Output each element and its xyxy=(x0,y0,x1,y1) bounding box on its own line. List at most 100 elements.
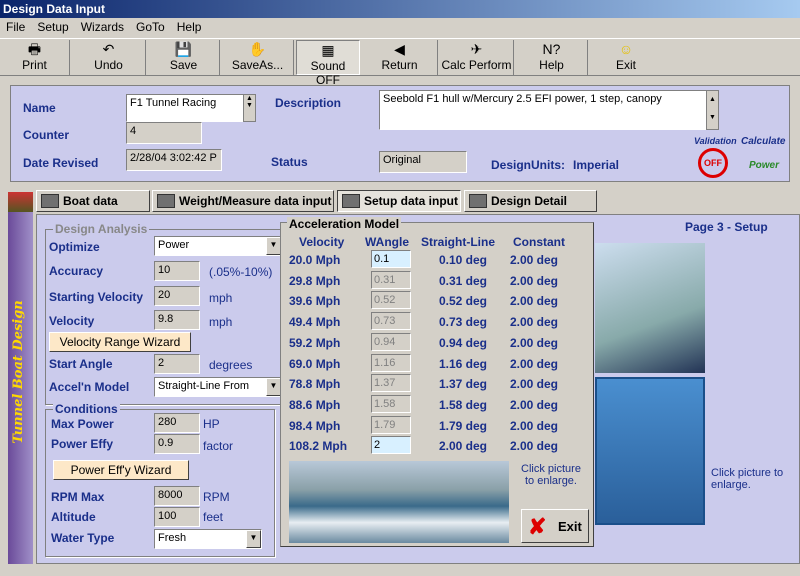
straight-line-header: Straight-Line xyxy=(421,235,495,249)
max-power-unit: HP xyxy=(203,417,220,431)
wangle-field[interactable]: 2 xyxy=(371,436,411,455)
accuracy-field[interactable]: 10 xyxy=(154,261,200,281)
max-power-label: Max Power xyxy=(51,417,114,431)
velocity-field[interactable]: 9.8 xyxy=(154,310,200,330)
close-icon: ✘ xyxy=(528,514,547,539)
menu-wizards[interactable]: Wizards xyxy=(81,20,124,34)
description-label: Description xyxy=(275,96,342,110)
setup-icon xyxy=(342,194,360,208)
name-scroll[interactable]: ▲ ▼ xyxy=(243,94,256,122)
constant-value: 2.00 deg xyxy=(509,397,559,412)
help-button[interactable]: N? Help xyxy=(516,40,588,75)
undo-icon: ↶ xyxy=(102,41,115,57)
start-angle-field[interactable]: 2 xyxy=(154,354,200,374)
accel-velocity: 29.8 Mph xyxy=(289,273,341,288)
floppy-icon: 💾 xyxy=(174,41,193,57)
outboard-motor-image[interactable] xyxy=(595,243,705,373)
starting-velocity-field[interactable]: 20 xyxy=(154,286,200,306)
calculate-power-button[interactable]: Calculate Power xyxy=(741,136,787,180)
wangle-field[interactable]: 1.37 xyxy=(371,374,411,393)
description-field[interactable]: Seebold F1 hull w/Mercury 2.5 EFI power,… xyxy=(379,90,707,130)
accel-velocity: 88.6 Mph xyxy=(289,397,341,412)
conditions-title: Conditions xyxy=(53,402,120,416)
water-type-select[interactable]: Fresh ▼ xyxy=(154,529,262,549)
accel-velocity: 69.0 Mph xyxy=(289,356,341,371)
power-effy-field[interactable]: 0.9 xyxy=(154,434,200,454)
name-field[interactable]: F1 Tunnel Racing xyxy=(126,94,244,122)
status-label: Status xyxy=(271,155,308,169)
accel-row: 39.6 Mph 0.52 0.52 deg 2.00 deg xyxy=(281,291,595,311)
save-button[interactable]: 💾 Save xyxy=(148,40,220,75)
exit-panel-button[interactable]: ✘ Exit xyxy=(521,509,589,543)
wangle-field[interactable]: 1.79 xyxy=(371,415,411,434)
tab-weight-measure[interactable]: Weight/Measure data input xyxy=(152,190,334,212)
wangle-field[interactable]: 0.94 xyxy=(371,332,411,351)
chevron-down-icon: ▼ xyxy=(266,378,281,396)
menu-setup[interactable]: Setup xyxy=(37,20,68,34)
constant-value: 2.00 deg xyxy=(509,294,559,309)
constant-value: 2.00 deg xyxy=(509,335,559,350)
menu-goto[interactable]: GoTo xyxy=(136,20,165,34)
rpm-max-label: RPM Max xyxy=(51,490,105,504)
return-button[interactable]: ◀ Return xyxy=(362,40,438,75)
accel-velocity: 49.4 Mph xyxy=(289,315,341,330)
starting-velocity-unit: mph xyxy=(209,291,233,305)
chevron-down-icon: ▼ xyxy=(266,237,281,255)
accel-velocity: 59.2 Mph xyxy=(289,335,341,350)
accel-row: 29.8 Mph 0.31 0.31 deg 2.00 deg xyxy=(281,270,595,291)
wangle-header: WAngle xyxy=(365,235,409,249)
description-scroll[interactable]: ▲ ▼ xyxy=(706,90,719,130)
rpm-max-unit: RPM xyxy=(203,490,230,504)
design-units-label: DesignUnits: xyxy=(491,158,566,172)
calc-perform-button[interactable]: ✈ Calc Perform xyxy=(440,40,514,75)
wangle-field[interactable]: 0.31 xyxy=(371,270,411,289)
undo-button[interactable]: ↶ Undo xyxy=(72,40,146,75)
altitude-field[interactable]: 100 xyxy=(154,507,200,527)
toolbar: 🖶 Print ↶ Undo 💾 Save ✋ SaveAs... ▦ Sound OFF… xyxy=(0,38,800,87)
wangle-field[interactable]: 1.16 xyxy=(371,353,411,372)
validation-toggle[interactable]: Validation OFF xyxy=(694,136,737,180)
accuracy-label: Accuracy xyxy=(49,264,104,278)
tab-setup-data[interactable]: Setup data input xyxy=(337,190,461,212)
saveas-button[interactable]: ✋ SaveAs... xyxy=(222,40,294,75)
power-icon: Power xyxy=(749,160,780,171)
counter-label: Counter xyxy=(23,128,69,142)
tab-design-detail[interactable]: Design Detail input xyxy=(464,190,597,228)
constant-value: 2.00 deg xyxy=(509,439,559,454)
print-button[interactable]: 🖶 Print xyxy=(0,40,70,75)
acceleration-model-title: Acceleration Model xyxy=(287,217,402,231)
menu-help[interactable]: Help xyxy=(177,20,202,34)
exit-button[interactable]: ☺ Exit xyxy=(590,40,662,75)
power-effy-wizard-button[interactable]: Power Eff'y Wizard xyxy=(53,460,189,480)
counter-field: 4 xyxy=(126,122,202,144)
straight-line-value: 2.00 deg xyxy=(438,439,487,454)
max-power-field[interactable]: 280 xyxy=(154,413,200,433)
accel-row: 59.2 Mph 0.94 0.94 deg 2.00 deg xyxy=(281,332,595,353)
calc-icon: ✈ xyxy=(470,41,483,57)
velocity-range-wizard-button[interactable]: Velocity Range Wizard xyxy=(49,332,191,352)
straight-line-value: 0.73 deg xyxy=(438,315,487,330)
tab-boat-data[interactable]: Boat data input xyxy=(36,190,150,228)
design-icon xyxy=(469,194,487,208)
rpm-max-field[interactable]: 8000 xyxy=(154,486,200,506)
sound-off-button[interactable]: ▦ Sound OFF xyxy=(296,40,360,87)
menu-file[interactable]: File xyxy=(6,20,25,34)
straight-line-value: 0.31 deg xyxy=(438,273,487,288)
straight-line-value: 1.79 deg xyxy=(438,418,487,433)
right-click-hint: Click picture to enlarge. xyxy=(711,467,784,491)
straight-line-value: 0.10 deg xyxy=(438,253,487,267)
wangle-field[interactable]: 1.58 xyxy=(371,394,411,413)
optimize-select[interactable]: Power ▼ xyxy=(154,236,282,256)
wangle-field[interactable]: 0.1 xyxy=(371,250,411,268)
accel-model-select[interactable]: Straight-Line From ▼ xyxy=(154,377,282,397)
wangle-field[interactable]: 0.52 xyxy=(371,291,411,310)
weight-icon xyxy=(157,194,175,208)
wangle-field[interactable]: 0.73 xyxy=(371,312,411,331)
accel-velocity: 39.6 Mph xyxy=(289,294,341,309)
accuracy-unit: (.05%-10%) xyxy=(209,265,273,279)
propeller-image[interactable] xyxy=(595,377,705,525)
straight-line-value: 1.58 deg xyxy=(438,397,487,412)
name-label: Name xyxy=(23,101,56,115)
race-photo-image[interactable] xyxy=(289,461,509,543)
straight-line-value: 1.16 deg xyxy=(438,356,487,371)
